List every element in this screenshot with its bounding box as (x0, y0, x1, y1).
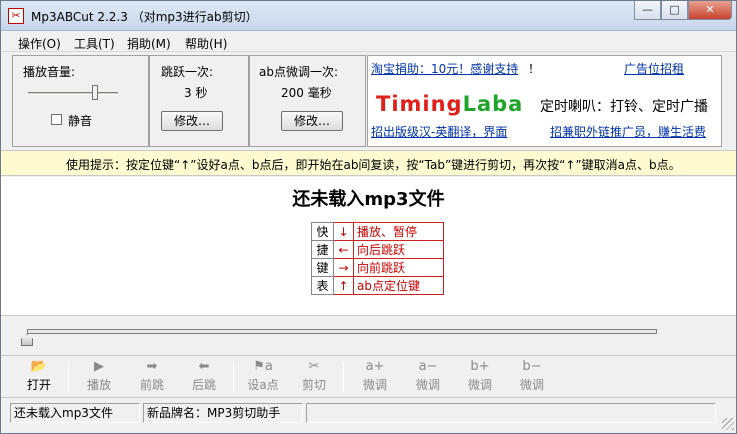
ad-rent-link[interactable]: 广告位招租 (624, 60, 684, 77)
load-status-heading: 还未载入mp3文件 (292, 189, 445, 210)
toolbar-separator (343, 362, 344, 392)
a-minus-icon: a− (418, 359, 438, 374)
volume-label: 播放音量: (23, 65, 76, 79)
title-bar[interactable]: ✂ Mp3ABCut 2.2.3 （对mp3进行ab剪切） — □ ✕ (1, 1, 736, 31)
set-a-point-button[interactable]: ⚑a 设a点 (239, 358, 287, 396)
a-plus-icon: a+ (365, 359, 385, 374)
logo-red-text: Timing (376, 92, 463, 116)
menu-operation[interactable]: 操作(O) (18, 35, 61, 52)
tool-label: 前跳 (139, 378, 164, 392)
mute-label: 静音 (68, 114, 93, 128)
minimize-button[interactable]: — (634, 1, 661, 20)
donate-link[interactable]: 淘宝捐助：10元！感谢支持 (371, 60, 518, 77)
shortcut-desc: 向前跳跃 (353, 258, 444, 277)
a-minus-fine-tune-button[interactable]: a− 微调 (404, 358, 452, 396)
menu-tools[interactable]: 工具(T) (74, 35, 115, 52)
shortcut-row: 键 → 向前跳跃 (311, 258, 444, 277)
progress-area (1, 315, 736, 355)
folder-open-icon: 📂 (30, 359, 48, 374)
window-controls: — □ ✕ (634, 1, 732, 21)
shortcut-desc: ab点定位键 (353, 276, 444, 295)
status-extra (306, 403, 716, 423)
jump-back-button[interactable]: ⬅ 后跳 (180, 358, 228, 396)
toolbar: 📂 打开 ▶ 播放 ➡ 前跳 ⬅ 后跳 ⚑a 设a点 ✂ 剪切 a+ 微调 a−… (1, 355, 736, 398)
tool-label: 播放 (86, 378, 111, 392)
status-file: 还未载入mp3文件 (10, 403, 140, 423)
recruit-link[interactable]: 招兼职外链推广员，赚生活费 (550, 123, 706, 140)
ad-panel: 淘宝捐助：10元！感谢支持 ！ 广告位招租 TimingLaba 定时喇叭：打铃… (367, 55, 722, 147)
tool-label: 微调 (362, 378, 387, 392)
set-a-point-icon: ⚑a (253, 359, 273, 374)
right-arrow-key: → (333, 258, 354, 277)
jump-label: 跳跃一次: (161, 65, 214, 79)
app-window: ✂ Mp3ABCut 2.2.3 （对mp3进行ab剪切） — □ ✕ 操作(O… (0, 0, 737, 434)
volume-slider-thumb[interactable] (92, 85, 99, 100)
tool-label: 微调 (467, 378, 492, 392)
tool-label: 微调 (519, 378, 544, 392)
usage-tip: 使用提示：按定位键“↑”设好a点、b点后，即开始在ab间复读，按“Tab”键进行… (66, 158, 681, 172)
fine-tune-value: 200 毫秒 (281, 86, 332, 100)
shortcut-row: 表 ↑ ab点定位键 (311, 276, 444, 295)
playback-progress-track[interactable] (27, 329, 657, 334)
tip-bar: 使用提示：按定位键“↑”设好a点、b点后，即开始在ab间复读，按“Tab”键进行… (1, 150, 736, 176)
down-arrow-key: ↓ (333, 222, 354, 241)
toolbar-separator (68, 362, 69, 392)
shortcut-title-char: 键 (311, 258, 334, 277)
b-plus-fine-tune-button[interactable]: b+ 微调 (456, 358, 504, 396)
cut-button[interactable]: ✂ 剪切 (290, 358, 338, 396)
volume-slider-track[interactable] (28, 92, 118, 95)
menu-bar: 操作(O) 工具(T) 捐助(M) 帮助(H) (1, 32, 736, 52)
maximize-button[interactable]: □ (661, 1, 688, 20)
open-button[interactable]: 📂 打开 (15, 358, 63, 396)
shortcut-desc: 播放、暂停 (353, 222, 444, 241)
playback-progress-thumb[interactable] (21, 334, 33, 346)
play-button[interactable]: ▶ 播放 (75, 358, 123, 396)
shortcut-title-char: 捷 (311, 240, 334, 259)
shortcut-row: 快 ↓ 播放、暂停 (311, 222, 444, 241)
tool-label: 剪切 (301, 378, 326, 392)
close-button[interactable]: ✕ (688, 1, 732, 20)
jump-back-icon: ⬅ (198, 359, 210, 374)
status-bar: 还未载入mp3文件 新品牌名：MP3剪切助手 (1, 399, 736, 433)
menu-help[interactable]: 帮助(H) (185, 35, 227, 52)
shortcut-row: 捷 ← 向后跳跃 (311, 240, 444, 259)
jump-forward-button[interactable]: ➡ 前跳 (128, 358, 176, 396)
ad-slogan[interactable]: 定时喇叭：打铃、定时广播 (540, 96, 708, 116)
timinglaba-logo[interactable]: TimingLaba (376, 92, 523, 116)
up-arrow-key: ↑ (333, 276, 354, 295)
scissors-icon: ✂ (308, 359, 320, 374)
jump-modify-button[interactable]: 修改… (161, 111, 223, 131)
toolbar-separator (233, 362, 234, 392)
shortcut-title-char: 快 (311, 222, 334, 241)
fine-tune-label: ab点微调一次: (259, 65, 339, 79)
menu-donate[interactable]: 捐助(M) (127, 35, 171, 52)
play-icon: ▶ (94, 359, 104, 374)
jump-value: 3 秒 (184, 86, 208, 100)
b-minus-fine-tune-button[interactable]: b− 微调 (508, 358, 556, 396)
main-content: 还未载入mp3文件 快 ↓ 播放、暂停 捷 ← 向后跳跃 键 → 向前跳跃 表 … (1, 177, 736, 315)
shortcut-table: 快 ↓ 播放、暂停 捷 ← 向后跳跃 键 → 向前跳跃 表 ↑ ab点定位键 (311, 222, 444, 295)
b-minus-icon: b− (522, 359, 542, 374)
b-plus-icon: b+ (470, 359, 490, 374)
shortcut-desc: 向后跳跃 (353, 240, 444, 259)
scissors-icon[interactable]: ✂ (8, 8, 24, 24)
tool-label: 打开 (26, 378, 51, 392)
logo-green-text: Laba (462, 92, 524, 116)
tool-label: 设a点 (247, 378, 279, 392)
mute-checkbox[interactable] (51, 114, 62, 125)
donate-suffix: ！ (528, 62, 541, 76)
resize-grip[interactable] (722, 418, 734, 430)
shortcut-title-char: 表 (311, 276, 334, 295)
jump-forward-icon: ➡ (146, 359, 158, 374)
fine-tune-modify-button[interactable]: 修改… (281, 111, 343, 131)
tool-label: 后跳 (191, 378, 216, 392)
window-title: Mp3ABCut 2.2.3 （对mp3进行ab剪切） (31, 10, 258, 24)
tool-label: 微调 (415, 378, 440, 392)
a-plus-fine-tune-button[interactable]: a+ 微调 (351, 358, 399, 396)
left-arrow-key: ← (333, 240, 354, 259)
translate-link[interactable]: 招出版级汉-英翻译，界面 (371, 123, 507, 140)
status-brand: 新品牌名：MP3剪切助手 (143, 403, 303, 423)
